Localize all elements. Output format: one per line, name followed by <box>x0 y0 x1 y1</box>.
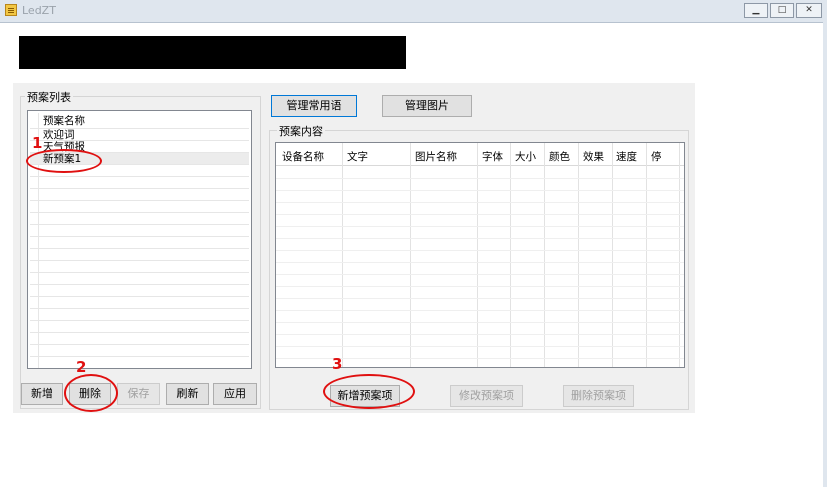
row-divider <box>276 202 684 203</box>
refresh-button[interactable]: 刷新 <box>166 383 209 405</box>
row-divider <box>276 334 684 335</box>
manage-phrases-button[interactable]: 管理常用语 <box>271 95 357 117</box>
list-row-empty <box>30 201 249 213</box>
annotation-ellipse-3 <box>323 374 415 409</box>
list-row-empty <box>30 345 249 357</box>
annotation-ellipse-1 <box>26 149 102 173</box>
list-row-empty <box>30 309 249 321</box>
column-header-text[interactable]: 文字 <box>347 149 368 164</box>
row-divider <box>276 346 684 347</box>
minimize-button[interactable]: ▁ <box>744 3 768 18</box>
list-row-empty <box>30 261 249 273</box>
close-button[interactable]: ✕ <box>796 3 822 18</box>
list-header-label: 预案名称 <box>43 115 85 127</box>
plan-content-group-label: 预案内容 <box>277 123 325 139</box>
save-plan-button[interactable]: 保存 <box>117 383 160 405</box>
apply-button[interactable]: 应用 <box>213 383 257 405</box>
redacted-banner <box>19 36 406 69</box>
column-header-speed[interactable]: 速度 <box>616 149 637 164</box>
row-divider <box>276 274 684 275</box>
row-divider <box>276 250 684 251</box>
row-divider <box>276 322 684 323</box>
row-divider <box>276 226 684 227</box>
list-row-empty <box>30 333 249 345</box>
list-row-empty <box>30 177 249 189</box>
column-header-font[interactable]: 字体 <box>482 149 503 164</box>
column-header-stop[interactable]: 停 <box>651 149 662 164</box>
plan-list-group-label: 预案列表 <box>25 89 73 105</box>
list-row-empty <box>30 285 249 297</box>
row-divider <box>276 178 684 179</box>
annotation-ellipse-2 <box>64 374 118 412</box>
list-header-row: 预案名称 <box>30 113 249 129</box>
list-row-empty <box>30 321 249 333</box>
manage-images-button[interactable]: 管理图片 <box>382 95 472 117</box>
window-frame-right <box>823 22 827 487</box>
list-row-empty <box>30 273 249 285</box>
column-header-image[interactable]: 图片名称 <box>415 149 457 164</box>
row-divider <box>276 262 684 263</box>
row-divider <box>276 190 684 191</box>
list-row-empty <box>30 297 249 309</box>
row-divider <box>276 310 684 311</box>
row-divider <box>276 238 684 239</box>
list-row-empty <box>30 237 249 249</box>
list-row-empty <box>30 189 249 201</box>
list-row-empty <box>30 249 249 261</box>
row-divider <box>276 214 684 215</box>
column-header-size[interactable]: 大小 <box>515 149 536 164</box>
edit-plan-item-button[interactable]: 修改预案项 <box>450 385 523 407</box>
column-header-effect[interactable]: 效果 <box>583 149 604 164</box>
app-icon <box>5 4 17 16</box>
annotation-number-3: 3 <box>332 355 343 373</box>
annotation-number-2: 2 <box>76 358 87 376</box>
list-row-empty <box>30 225 249 237</box>
title-bar: LedZT ▁ □ ✕ <box>0 0 827 23</box>
add-plan-button[interactable]: 新增 <box>21 383 63 405</box>
list-item-label: 欢迎词 <box>43 129 75 141</box>
delete-plan-item-button[interactable]: 删除预案项 <box>563 385 634 407</box>
list-item-welcome[interactable]: 欢迎词 <box>30 129 249 141</box>
window-title: LedZT <box>22 4 56 17</box>
column-header-device[interactable]: 设备名称 <box>282 149 324 164</box>
column-header-color[interactable]: 颜色 <box>549 149 570 164</box>
table-header: 设备名称 文字 图片名称 字体 大小 颜色 效果 速度 停 <box>276 143 684 166</box>
row-divider <box>276 298 684 299</box>
plan-content-table[interactable]: 设备名称 文字 图片名称 字体 大小 颜色 效果 速度 停 <box>275 142 685 368</box>
row-divider <box>276 286 684 287</box>
annotation-number-1: 1 <box>32 134 43 152</box>
list-row-empty <box>30 213 249 225</box>
maximize-button[interactable]: □ <box>770 3 794 18</box>
